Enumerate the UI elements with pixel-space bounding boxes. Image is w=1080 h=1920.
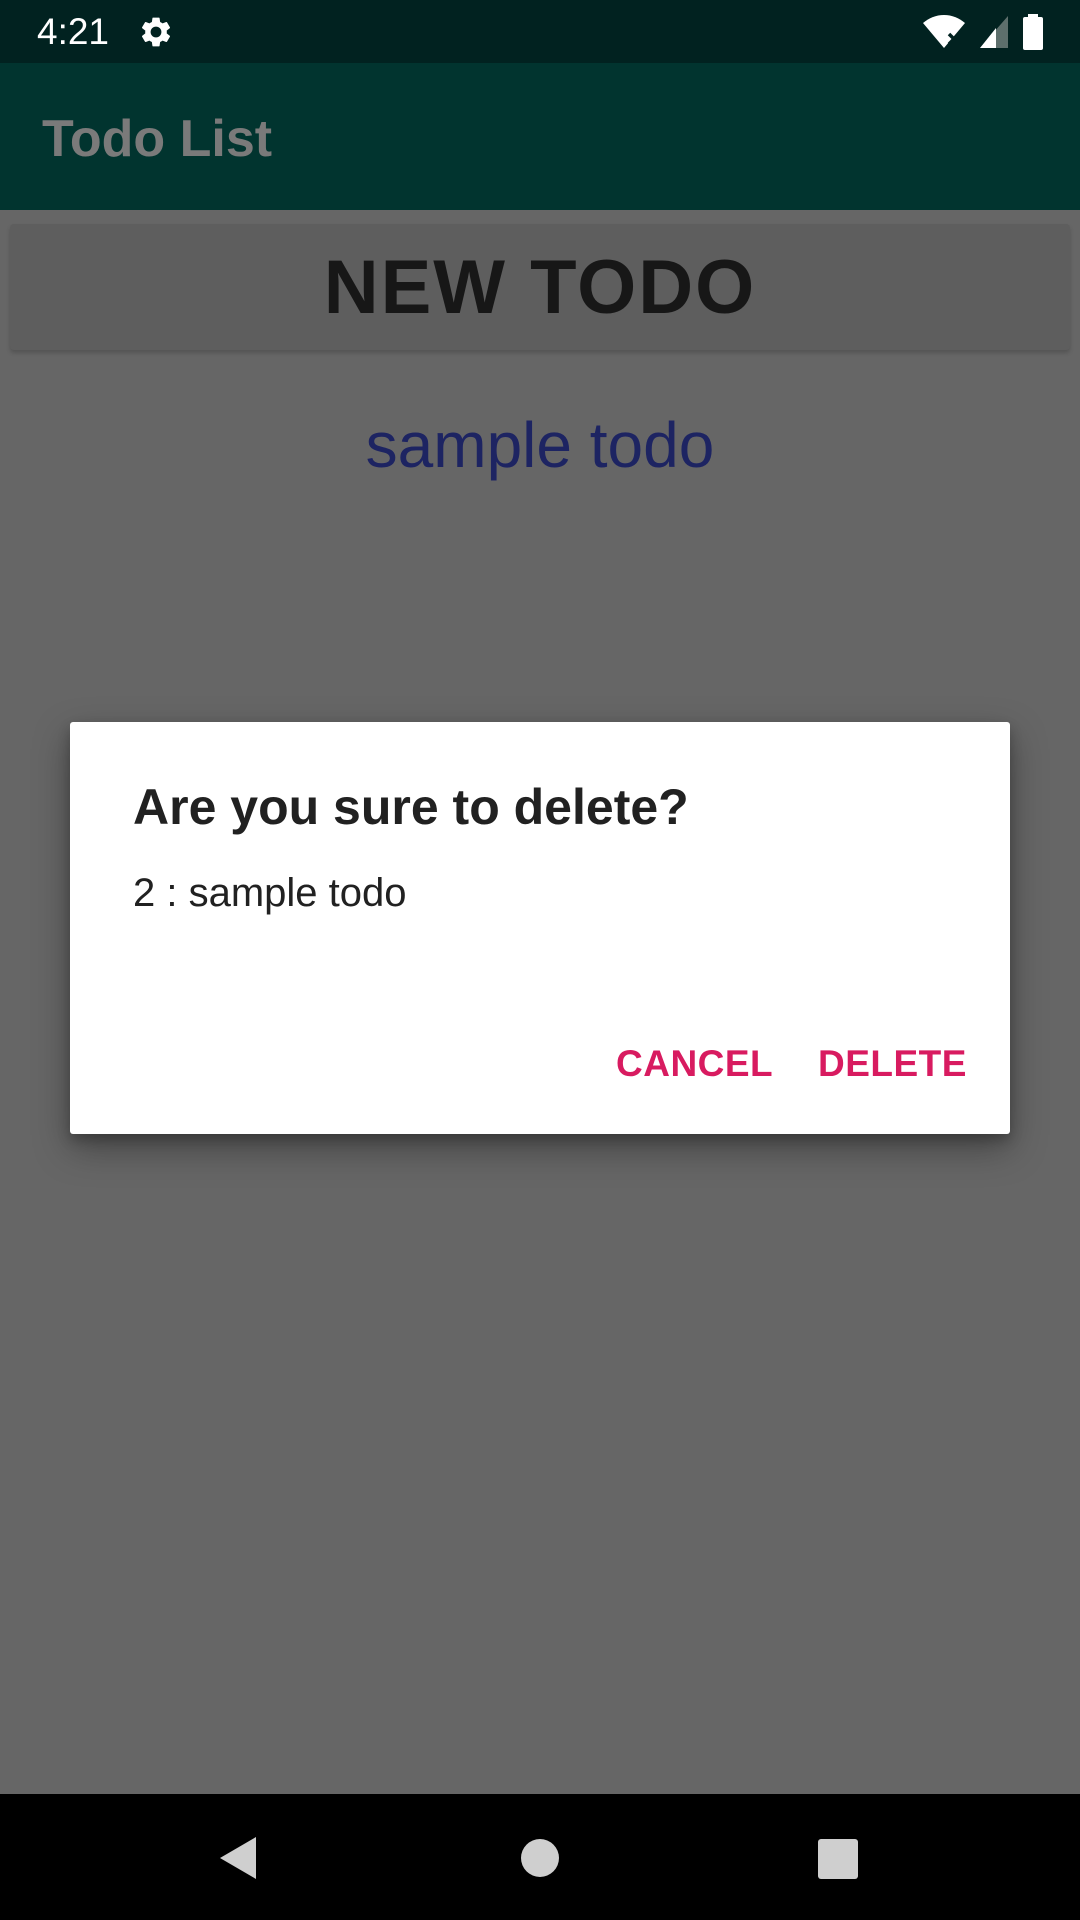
delete-confirm-dialog: Are you sure to delete? 2 : sample todo … <box>70 722 1010 1134</box>
new-todo-button[interactable]: NEW TODO <box>10 224 1070 350</box>
dialog-message: 2 : sample todo <box>133 871 407 915</box>
delete-button[interactable]: DELETE <box>818 1032 967 1096</box>
app-title: Todo List <box>42 110 273 168</box>
home-icon[interactable] <box>521 1839 559 1877</box>
cancel-button[interactable]: CANCEL <box>616 1032 773 1096</box>
back-icon[interactable] <box>218 1835 258 1881</box>
status-time: 4:21 <box>37 11 110 52</box>
battery-icon <box>1023 14 1043 50</box>
list-item[interactable]: sample todo <box>0 395 1080 495</box>
recents-icon[interactable] <box>818 1839 858 1879</box>
app-bar: Todo List <box>0 63 1080 210</box>
signal-icon <box>980 16 1008 48</box>
status-bar: 4:21 <box>0 0 1080 63</box>
navigation-bar <box>0 1794 1080 1920</box>
settings-gear-icon <box>141 17 171 47</box>
wifi-off-icon <box>923 15 965 48</box>
dialog-title: Are you sure to delete? <box>133 779 689 835</box>
status-icons <box>922 12 1044 52</box>
